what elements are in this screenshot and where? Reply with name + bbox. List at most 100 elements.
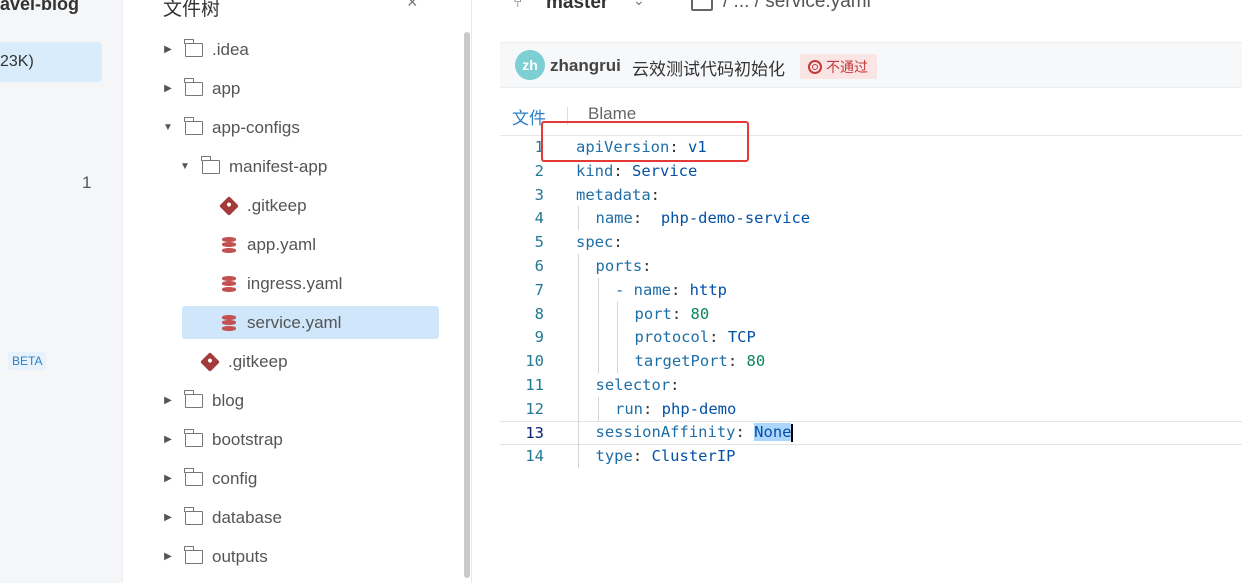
tree-item[interactable]: ▶ outputs	[163, 540, 268, 573]
line-number: 1	[534, 138, 544, 156]
code-line[interactable]: 9 protocol: TCP	[500, 325, 1242, 350]
code-line[interactable]: 4 name: php-demo-service	[500, 206, 1242, 231]
code-line[interactable]: 13 sessionAffinity: None	[500, 420, 1242, 446]
rail-count: 1	[82, 173, 92, 192]
caret-down-icon[interactable]: ▼	[180, 161, 190, 172]
commit-message[interactable]: 云效测试代码初始化	[632, 55, 785, 80]
code-line[interactable]: 7 - name: http	[500, 277, 1242, 302]
tree-item[interactable]: ▶ database	[163, 501, 282, 534]
code-text: targetPort: 80	[634, 352, 766, 371]
tree-scrollbar[interactable]	[464, 32, 470, 578]
indent-guide	[578, 373, 579, 397]
line-number: 9	[534, 328, 544, 347]
tree-item[interactable]: app.yaml	[220, 228, 316, 261]
tree-item[interactable]: .gitkeep	[219, 189, 307, 222]
indent-guide	[578, 206, 579, 231]
indent-guide	[578, 301, 579, 326]
tree-item[interactable]: service.yaml	[182, 306, 439, 339]
code-line[interactable]: 14 type: ClusterIP	[500, 444, 1242, 469]
branch-selector[interactable]: master	[546, 0, 608, 14]
indent-guide	[597, 277, 599, 302]
caret-right-icon[interactable]: ▶	[163, 434, 173, 445]
indent-guide	[578, 396, 579, 421]
indent-guide	[597, 396, 599, 421]
caret-right-icon[interactable]: ▶	[163, 473, 173, 484]
file-tree-panel: 文件树 × ▶ .idea ▶ app ▼ app-configs ▼ manifest-ap…	[123, 0, 472, 583]
code-line[interactable]: 8 port: 80	[500, 301, 1242, 326]
caret-right-icon[interactable]: ▶	[163, 395, 173, 406]
code-text: selector:	[595, 376, 689, 394]
line-number: 6	[534, 257, 544, 275]
indent-guide	[597, 349, 599, 374]
yaml-file-icon	[222, 236, 236, 253]
tree-item[interactable]: ▶ config	[163, 462, 257, 495]
code-text: ports:	[595, 257, 661, 275]
status-badge[interactable]: 不通过	[800, 54, 877, 79]
git-file-icon	[200, 351, 220, 372]
line-number: 4	[534, 209, 544, 228]
code-line[interactable]: 2 kind: Service	[500, 159, 1242, 183]
indent-guide	[578, 254, 579, 278]
caret-down-icon[interactable]: ▼	[163, 122, 173, 133]
file-header: ⑂ master ⌄ / ... / service.yaml	[473, 0, 1242, 40]
annotation-highlight-box	[541, 121, 749, 162]
branch-icon: ⑂	[513, 0, 523, 11]
folder-icon	[184, 77, 203, 96]
tree-item[interactable]: .gitkeep	[200, 345, 288, 378]
tree-item[interactable]: ▶ app	[163, 72, 240, 105]
tree-item[interactable]: ▶ bootstrap	[163, 423, 283, 456]
repo-title[interactable]: avel-blog	[0, 0, 79, 15]
chevron-down-icon[interactable]: ⌄	[633, 0, 645, 9]
line-number: 5	[534, 233, 544, 252]
caret-right-icon[interactable]: ▶	[163, 83, 173, 94]
code-browser-page: avel-blog 23K) 1 BETA 文件树 × ▶ .idea ▶ app ▼ a…	[0, 0, 1242, 583]
indent-guide	[597, 325, 599, 350]
code-text: kind: Service	[576, 161, 698, 180]
file-tree-title: 文件树	[163, 0, 221, 20]
code-line[interactable]: 12 run: php-demo	[500, 396, 1242, 421]
code-text: run: php-demo	[615, 399, 737, 418]
tree-item-label: service.yaml	[247, 312, 342, 332]
tree-item[interactable]: ▼ manifest-app	[180, 150, 327, 183]
folder-icon	[184, 545, 203, 564]
rail-selected-label: 23K)	[0, 53, 34, 70]
terminal-icon[interactable]	[691, 0, 713, 11]
git-file-icon	[219, 195, 239, 216]
tree-item-label: bootstrap	[212, 429, 283, 449]
caret-right-icon[interactable]: ▶	[163, 551, 173, 562]
folder-icon	[201, 155, 220, 174]
tree-item-label: app	[212, 78, 241, 98]
code-line[interactable]: 5 spec:	[500, 230, 1242, 254]
line-number: 13	[525, 423, 544, 442]
folder-icon	[184, 506, 203, 525]
code-line[interactable]: 11 selector:	[500, 373, 1242, 397]
code-text: - name: http	[615, 280, 727, 299]
indent-guide	[617, 325, 618, 350]
code-line[interactable]: 10 targetPort: 80	[500, 349, 1242, 374]
tree-item[interactable]: ▼ app-configs	[163, 111, 300, 144]
caret-right-icon[interactable]: ▶	[163, 512, 173, 523]
tree-item[interactable]: ▶ blog	[163, 384, 244, 417]
folder-icon	[184, 116, 203, 135]
text-cursor	[791, 423, 794, 442]
code-line[interactable]: 6 ports:	[500, 254, 1242, 278]
line-number: 11	[525, 376, 544, 394]
tree-item-label: config	[212, 468, 258, 488]
folder-icon	[184, 38, 203, 57]
status-icon	[808, 59, 822, 74]
tree-item-label: app.yaml	[247, 234, 316, 254]
commit-author[interactable]: zhangrui	[550, 56, 621, 76]
code-text: type: ClusterIP	[595, 447, 736, 466]
tree-item[interactable]: ingress.yaml	[220, 267, 342, 300]
breadcrumb[interactable]: / ... / service.yaml	[723, 0, 871, 13]
code-text: spec:	[576, 233, 632, 252]
close-icon[interactable]: ×	[407, 0, 418, 13]
rail-selected-item[interactable]: 23K)	[0, 42, 102, 82]
code-line[interactable]: 3 metadata:	[500, 183, 1242, 207]
indent-guide	[597, 301, 599, 326]
avatar[interactable]: zh	[515, 50, 545, 80]
tree-item[interactable]: ▶ .idea	[163, 33, 249, 66]
code-text: metadata:	[576, 185, 670, 204]
caret-right-icon[interactable]: ▶	[163, 44, 173, 55]
latest-commit-bar: zh zhangrui 云效测试代码初始化 不通过	[500, 42, 1242, 88]
